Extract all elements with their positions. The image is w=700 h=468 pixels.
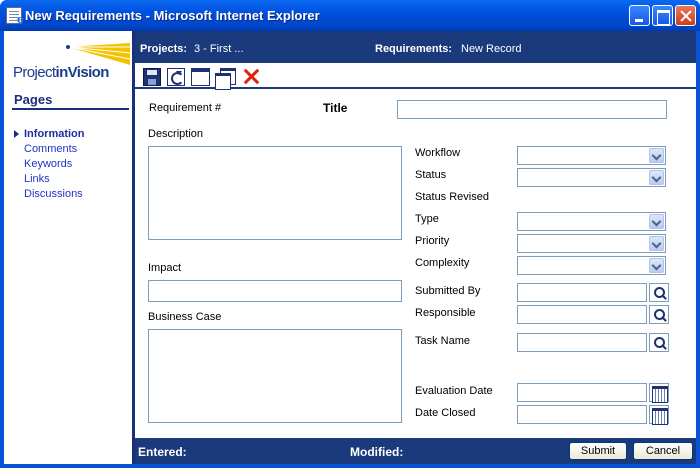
modified-label: Modified: (350, 445, 404, 459)
delete-icon[interactable] (243, 68, 259, 86)
title-bar[interactable]: New Requirements - Microsoft Internet Ex… (0, 0, 700, 31)
priority-select[interactable] (517, 234, 666, 253)
status-revised-label: Status Revised (415, 191, 489, 203)
current-page-arrow-icon (14, 130, 19, 138)
business-case-textarea[interactable] (148, 329, 402, 423)
calendar-icon[interactable] (649, 383, 669, 403)
minimize-button[interactable] (629, 5, 650, 26)
chevron-down-icon[interactable] (649, 148, 664, 163)
workflow-label: Workflow (415, 147, 461, 159)
complexity-select[interactable] (517, 256, 666, 275)
submit-button[interactable]: Submit (569, 442, 627, 460)
refresh-icon[interactable] (167, 68, 185, 86)
status-label: Status (415, 169, 447, 181)
evaluation-date-input[interactable] (517, 383, 647, 402)
chevron-down-icon[interactable] (649, 214, 664, 229)
submitted-by-input[interactable] (517, 283, 647, 302)
requirements-label: Requirements: (375, 43, 453, 55)
chevron-down-icon[interactable] (649, 170, 664, 185)
impact-label: Impact (148, 262, 182, 274)
project-invision-logo: ProjectinVision (10, 43, 130, 83)
multiple-windows-icon[interactable] (215, 68, 236, 90)
nav-item-keywords[interactable]: Keywords (4, 157, 85, 172)
close-window-button[interactable] (675, 5, 696, 26)
cancel-button[interactable]: Cancel (633, 442, 693, 460)
calendar-icon[interactable] (649, 405, 669, 425)
requirement-number-label: Requirement # (149, 102, 222, 114)
new-window-icon[interactable] (191, 68, 210, 86)
logo-text: ProjectinVision (13, 64, 109, 81)
lookup-icon[interactable] (649, 283, 669, 302)
projects-value: 3 - First ... (194, 43, 244, 55)
nav-item-information[interactable]: Information (4, 127, 85, 142)
description-label: Description (148, 128, 204, 140)
lookup-icon[interactable] (649, 305, 669, 324)
priority-label: Priority (415, 235, 450, 247)
evaluation-date-label: Evaluation Date (415, 385, 493, 397)
title-label: Title (323, 101, 348, 115)
type-select[interactable] (517, 212, 666, 231)
sidebar: ProjectinVision Pages Information Commen… (4, 31, 135, 464)
business-case-label: Business Case (148, 311, 222, 323)
task-name-label: Task Name (415, 335, 471, 347)
type-label: Type (415, 213, 439, 225)
maximize-button[interactable] (652, 5, 673, 26)
nav-item-comments[interactable]: Comments (4, 142, 85, 157)
page-content: ProjectinVision Pages Information Commen… (4, 31, 696, 464)
record-toolbar (135, 63, 696, 90)
lookup-icon[interactable] (649, 333, 669, 352)
pages-nav-list: Information Comments Keywords Links Disc… (4, 127, 85, 202)
complexity-label: Complexity (415, 257, 470, 269)
ie-page-icon (6, 7, 24, 26)
responsible-label: Responsible (415, 307, 476, 319)
responsible-input[interactable] (517, 305, 647, 324)
nav-item-discussions[interactable]: Discussions (4, 187, 85, 202)
impact-input[interactable] (148, 280, 402, 302)
entered-label: Entered: (138, 445, 187, 459)
date-closed-label: Date Closed (415, 407, 476, 419)
chevron-down-icon[interactable] (649, 258, 664, 273)
projects-label: Projects: (140, 43, 188, 55)
save-icon[interactable] (143, 68, 161, 86)
status-select[interactable] (517, 168, 666, 187)
nav-item-links[interactable]: Links (4, 172, 85, 187)
context-header-bar: Projects: 3 - First ... Requirements: Ne… (135, 31, 696, 63)
task-name-input[interactable] (517, 333, 647, 352)
pages-heading: Pages (14, 92, 53, 107)
title-input[interactable] (397, 100, 667, 119)
description-textarea[interactable] (148, 146, 402, 240)
requirements-value: New Record (461, 43, 522, 55)
browser-window: New Requirements - Microsoft Internet Ex… (0, 0, 700, 468)
pages-divider (12, 108, 129, 110)
chevron-down-icon[interactable] (649, 236, 664, 251)
date-closed-input[interactable] (517, 405, 647, 424)
submitted-by-label: Submitted By (415, 285, 481, 297)
workflow-select[interactable] (517, 146, 666, 165)
window-title: New Requirements - Microsoft Internet Ex… (25, 8, 320, 23)
record-footer-bar: Entered: Modified: Submit Cancel (135, 438, 696, 464)
